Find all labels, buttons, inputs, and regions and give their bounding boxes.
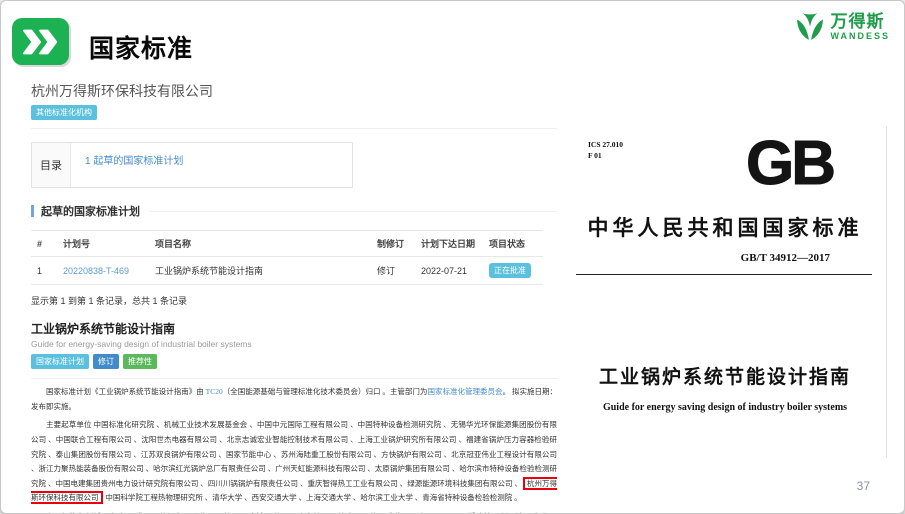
page-number: 37	[857, 479, 870, 493]
company-type-badge: 其他标准化机构	[31, 105, 97, 120]
brand-name-cn: 万得斯	[830, 13, 890, 30]
badge-recommended: 推荐性	[123, 354, 157, 369]
col-header-index: #	[31, 231, 57, 257]
plan-number-link[interactable]: 20220838-T-469	[63, 266, 129, 276]
badge-revision: 修订	[93, 354, 119, 369]
company-name: 杭州万得斯环保科技有限公司	[31, 81, 557, 101]
brand-name-en: WANDESS	[830, 32, 890, 41]
standard-subtitle-en: Guide for energy-saving design of indust…	[31, 339, 557, 349]
ics-code: ICS 27.010	[588, 139, 623, 150]
plans-table: # 计划号 项目名称 制修订 计划下达日期 项目状态 1 20220838-T-…	[31, 230, 543, 285]
divider	[31, 128, 557, 129]
page-title: 国家标准	[89, 29, 193, 65]
paragraph-plan-info: 国家标准计划《工业锅炉系统节能设计指南》由 TC20（全国能源基础与管理标准化技…	[31, 385, 557, 414]
tc20-link[interactable]: TC20	[206, 387, 223, 396]
wandess-leaf-icon	[795, 12, 825, 42]
badge-national-plan: 国家标准计划	[31, 354, 89, 369]
section-heading: 起草的国家标准计划	[31, 203, 557, 219]
drafting-units-text: 中国科学院工程热物理研究所 、清华大学 、西安交通大学 、上海交通大学 、哈尔滨…	[104, 493, 522, 502]
gb-logo-icon: GB	[744, 126, 836, 201]
webpage-screenshot: 杭州万得斯环保科技有限公司 其他标准化机构 目录 1 起草的国家标准计划 起草的…	[31, 81, 557, 514]
toc-link-drafted-plans[interactable]: 1 起草的国家标准计划	[85, 156, 183, 167]
standard-info-block: 工业锅炉系统节能设计指南 Guide for energy-saving des…	[31, 320, 557, 369]
divider	[31, 378, 557, 379]
sac-link[interactable]: 国家标准化管理委员会	[427, 387, 502, 396]
col-header-plan-no: 计划号	[57, 231, 149, 257]
plan-info-text: 国家标准计划《工业锅炉系统节能设计指南》由	[46, 387, 206, 396]
cell-index: 1	[31, 257, 57, 285]
toc-label: 目录	[32, 143, 71, 187]
standard-description: 国家标准计划《工业锅炉系统节能设计指南》由 TC20（全国能源基础与管理标准化技…	[31, 385, 557, 514]
paragraph-drafting-units: 主要起草单位 中国标准化研究院 、机械工业技术发展基金会 、中国中元国际工程有限…	[31, 418, 557, 506]
table-row: 1 20220838-T-469 工业锅炉系统节能设计指南 修订 2022-07…	[31, 257, 543, 285]
table-header-row: # 计划号 项目名称 制修订 计划下达日期 项目状态	[31, 231, 543, 257]
presentation-slide: 国家标准 万得斯 WANDESS 杭州万得斯环保科技有限公司 其他标准化机构 目…	[0, 0, 905, 514]
cover-title: 工业锅炉系统节能设计指南	[564, 362, 886, 389]
ics-group: F 01	[588, 150, 623, 161]
standard-number: GB/T 34912—2017	[741, 252, 830, 264]
plan-info-text: （全国能源基础与管理标准化技术委员会）归口 。主管部门为	[223, 387, 428, 396]
cover-rule	[576, 274, 872, 275]
toc-box: 目录 1 起草的国家标准计划	[31, 142, 353, 188]
cell-revision: 修订	[371, 257, 415, 285]
col-header-project-name: 项目名称	[149, 231, 371, 257]
cell-project-name: 工业锅炉系统节能设计指南	[149, 257, 371, 285]
standard-cover-page: ICS 27.010 F 01 GB 中华人民共和国国家标准 GB/T 3491…	[564, 126, 887, 458]
cell-issue-date: 2022-07-21	[415, 257, 483, 285]
section-heading-text: 起草的国家标准计划	[41, 203, 140, 219]
paragraph-drafters: 主要起草人 刘韬 、侯睿 、傅强 、笪耀东 、张伟 、王婧 、顾全斌 、苏明 、…	[31, 510, 557, 514]
status-badge: 正在批准	[489, 263, 531, 278]
brand-logo: 万得斯 WANDESS	[795, 12, 890, 42]
double-chevron-icon	[12, 18, 69, 65]
section-heading-bar	[31, 205, 34, 217]
ics-classification: ICS 27.010 F 01	[588, 139, 623, 162]
standard-title: 工业锅炉系统节能设计指南	[31, 320, 557, 337]
cover-subtitle-en: Guide for energy saving design of indust…	[564, 402, 886, 413]
col-header-status: 项目状态	[483, 231, 543, 257]
gb-logo-text: GB	[746, 129, 833, 196]
col-header-issue-date: 计划下达日期	[415, 231, 483, 257]
section-heading-rule	[150, 211, 557, 212]
cover-heading: 中华人民共和国国家标准	[564, 212, 886, 242]
col-header-revision: 制修订	[371, 231, 415, 257]
records-summary: 显示第 1 到第 1 条记录，总共 1 条记录	[31, 294, 557, 307]
drafting-units-text: 主要起草单位 中国标准化研究院 、机械工业技术发展基金会 、中国中元国际工程有限…	[31, 420, 557, 488]
